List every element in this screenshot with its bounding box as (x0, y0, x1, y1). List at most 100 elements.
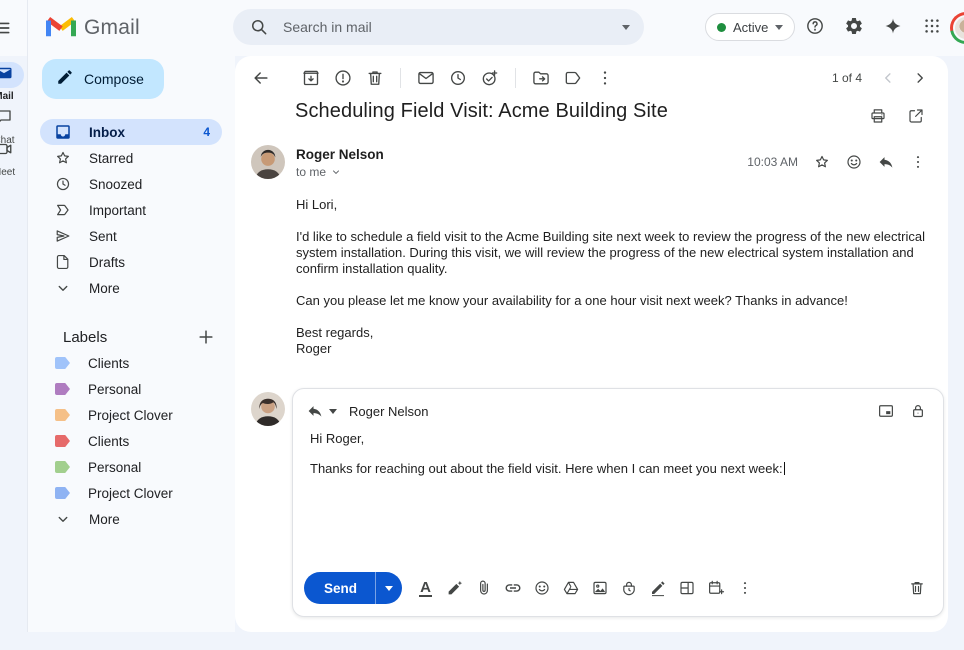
reply-greeting: Hi Roger, (310, 431, 923, 446)
sidebar-label-item[interactable]: Project Clover (40, 402, 222, 428)
sidebar-label-item[interactable]: Clients (40, 428, 222, 454)
insert-signature-icon[interactable] (643, 574, 672, 603)
reply-author-avatar (251, 392, 285, 426)
older-email-icon[interactable] (904, 62, 936, 94)
rail-item-meet[interactable]: Meet (0, 138, 28, 178)
archive-icon[interactable] (295, 62, 327, 94)
emoji-reaction-icon[interactable] (838, 146, 870, 178)
reply-compose-card: Roger Nelson Hi Roger, Thanks for reachi… (292, 388, 944, 617)
more-options-icon[interactable] (730, 574, 759, 603)
important-marker-icon (54, 201, 72, 219)
recipient-dropdown[interactable]: to me (296, 165, 384, 179)
print-icon[interactable] (862, 100, 894, 132)
body-signoff: Best regards, (296, 325, 944, 341)
sidebar-item-more[interactable]: More (40, 275, 222, 301)
chevron-down-icon (54, 510, 72, 528)
label-tag-icon (55, 487, 70, 499)
pencil-icon (56, 68, 74, 91)
pop-out-icon[interactable] (873, 398, 899, 424)
search-options-caret[interactable] (622, 25, 630, 30)
reply-recipient-chip[interactable]: Roger Nelson (349, 404, 429, 419)
meeting-time-icon[interactable] (701, 574, 730, 603)
compose-button[interactable]: Compose (42, 59, 164, 99)
sidebar-label-item[interactable]: Project Clover (40, 480, 222, 506)
settings-icon[interactable] (838, 10, 870, 42)
gemini-sparkle-icon[interactable] (877, 10, 909, 42)
reply-line: Thanks for reaching out about the field … (310, 461, 923, 476)
nav-label: Snoozed (89, 177, 142, 192)
label-name: Personal (88, 460, 141, 475)
compose-label: Compose (84, 71, 144, 87)
apps-grid-icon[interactable] (916, 10, 948, 42)
discard-draft-icon[interactable] (901, 572, 933, 604)
help-me-write-icon[interactable] (440, 574, 469, 603)
text-cursor (784, 462, 786, 475)
confidential-mode-icon[interactable] (614, 574, 643, 603)
rail-label: Meet (0, 167, 28, 178)
formatting-options-icon[interactable]: A (411, 574, 440, 603)
newer-email-icon[interactable] (872, 62, 904, 94)
send-button[interactable]: Send (304, 572, 375, 604)
reply-type-dropdown[interactable] (306, 402, 337, 420)
sidebar-item-sent[interactable]: Sent (40, 223, 222, 249)
send-options-caret[interactable] (375, 572, 402, 604)
delete-icon[interactable] (359, 62, 391, 94)
email-subject: Scheduling Field Visit: Acme Building Si… (295, 100, 668, 123)
sidebar-label-item[interactable]: Personal (40, 376, 222, 402)
reply-icon[interactable] (870, 146, 902, 178)
help-icon[interactable] (799, 10, 831, 42)
draft-file-icon (54, 253, 72, 271)
gmail-logo[interactable]: Gmail (46, 14, 140, 42)
label-tag-icon (55, 461, 70, 473)
insert-drive-icon[interactable] (556, 574, 585, 603)
report-spam-icon[interactable] (327, 62, 359, 94)
layouts-icon[interactable] (672, 574, 701, 603)
nav-label: Starred (89, 151, 133, 166)
sender-name[interactable]: Roger Nelson (296, 147, 384, 162)
label-tag-icon (55, 435, 70, 447)
label-name: Project Clover (88, 408, 173, 423)
more-vert-icon[interactable] (902, 146, 934, 178)
sidebar-item-drafts[interactable]: Drafts (40, 249, 222, 275)
nav-label: More (89, 281, 120, 296)
search-icon[interactable] (247, 15, 271, 39)
sidebar-item-snoozed[interactable]: Snoozed (40, 171, 222, 197)
insert-emoji-icon[interactable] (527, 574, 556, 603)
email-timestamp: 10:03 AM (747, 155, 798, 169)
rail-label: Mail (0, 91, 28, 102)
search-bar[interactable] (233, 9, 644, 45)
insert-photo-icon[interactable] (585, 574, 614, 603)
meet-icon (0, 140, 13, 163)
sidebar-item-starred[interactable]: Starred (40, 145, 222, 171)
status-chip[interactable]: Active (705, 13, 795, 41)
more-icon[interactable] (589, 62, 621, 94)
inbox-count-badge: 4 (203, 125, 210, 139)
sidebar-label-item[interactable]: Personal (40, 454, 222, 480)
sidebar-nav: Inbox 4 Starred Snoozed Important Sent D… (40, 119, 222, 301)
mark-unread-icon[interactable] (410, 62, 442, 94)
attach-files-icon[interactable] (469, 574, 498, 603)
send-split-button: Send (304, 572, 402, 604)
mail-icon (0, 64, 13, 87)
snooze-icon[interactable] (442, 62, 474, 94)
sidebar-item-important[interactable]: Important (40, 197, 222, 223)
reply-editor[interactable]: Hi Roger, Thanks for reaching out about … (310, 431, 923, 491)
move-to-icon[interactable] (525, 62, 557, 94)
back-icon[interactable] (245, 62, 277, 94)
open-in-new-icon[interactable] (900, 100, 932, 132)
search-input[interactable] (283, 19, 622, 35)
lock-icon[interactable] (905, 398, 931, 424)
star-icon[interactable] (806, 146, 838, 178)
inbox-icon (54, 123, 72, 141)
chat-icon (0, 108, 13, 131)
sender-avatar[interactable] (251, 145, 285, 179)
labels-icon[interactable] (557, 62, 589, 94)
sidebar-labels-more[interactable]: More (40, 506, 222, 532)
rail-item-mail[interactable]: Mail (0, 62, 28, 102)
insert-link-icon[interactable] (498, 574, 527, 603)
email-body: Hi Lori, I'd like to schedule a field vi… (296, 197, 944, 357)
sidebar-label-item[interactable]: Clients (40, 350, 222, 376)
add-label-icon[interactable] (193, 324, 219, 350)
add-to-tasks-icon[interactable] (474, 62, 506, 94)
sidebar-item-inbox[interactable]: Inbox 4 (40, 119, 222, 145)
